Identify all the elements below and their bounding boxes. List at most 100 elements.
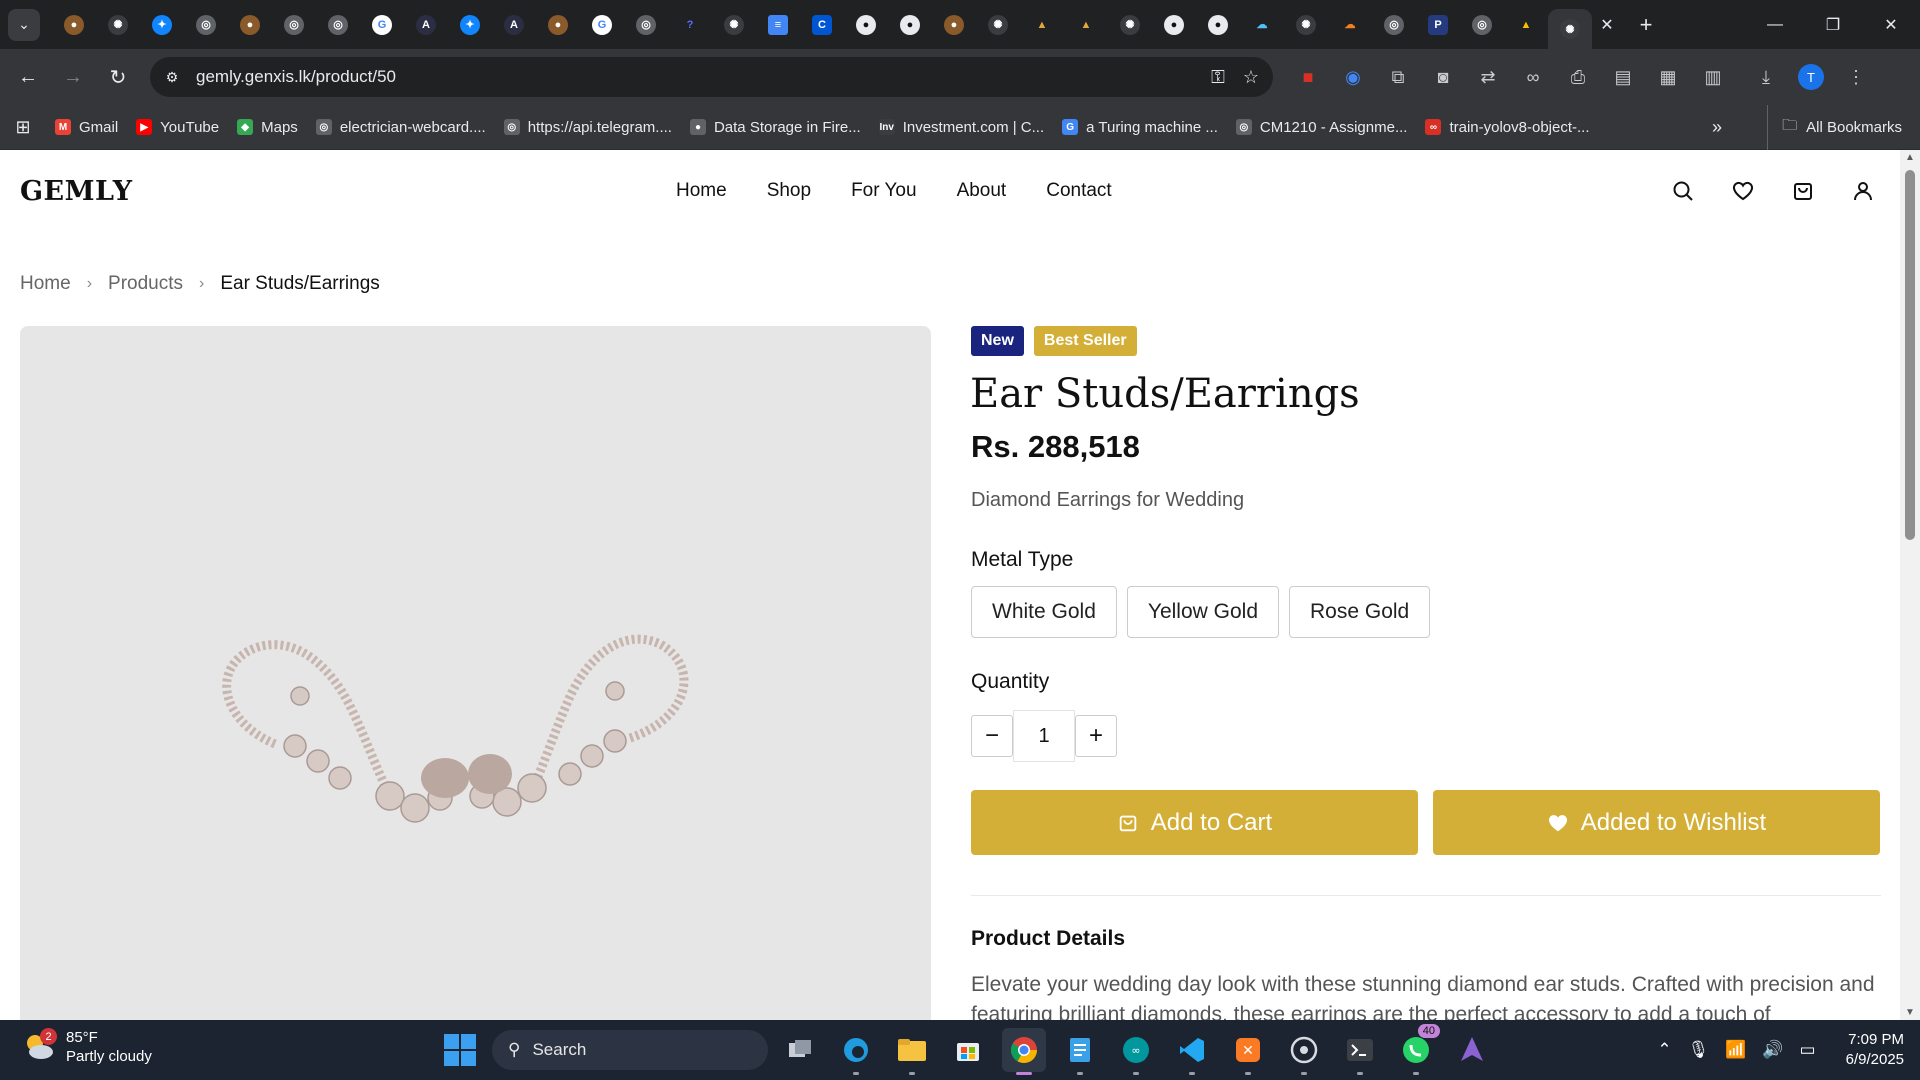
browser-tab[interactable]: ?: [668, 0, 712, 49]
apps-grid-icon[interactable]: ⊞: [0, 117, 46, 138]
reading-mode-icon[interactable]: ▤: [1605, 59, 1641, 95]
microsoft-store-icon[interactable]: [946, 1028, 990, 1072]
browser-tab[interactable]: ●: [1152, 0, 1196, 49]
chrome-icon[interactable]: [1002, 1028, 1046, 1075]
bookmark-item[interactable]: ● Data Storage in Fire...: [681, 119, 870, 136]
browser-tab[interactable]: ●: [228, 0, 272, 49]
system-clock[interactable]: 7:09 PM 6/9/2025: [1846, 1030, 1904, 1070]
bookmark-item[interactable]: ◎ https://api.telegram....: [495, 119, 681, 136]
browser-tab[interactable]: G: [580, 0, 624, 49]
heart-icon[interactable]: [1728, 176, 1758, 206]
browser-tab[interactable]: ✺: [1284, 0, 1328, 49]
browser-tab[interactable]: ◎: [184, 0, 228, 49]
browser-tab[interactable]: ●: [932, 0, 976, 49]
browser-tab[interactable]: ●: [888, 0, 932, 49]
xampp-icon[interactable]: ✕: [1226, 1028, 1270, 1075]
task-view-icon[interactable]: [778, 1028, 822, 1072]
browser-tab[interactable]: ●: [1196, 0, 1240, 49]
browser-tab[interactable]: ◎: [1460, 0, 1504, 49]
browser-tab[interactable]: ☁: [1240, 0, 1284, 49]
ai-app-icon[interactable]: [1450, 1028, 1494, 1072]
bookmark-item[interactable]: ◆ Maps: [228, 119, 307, 136]
notepad-icon[interactable]: [1058, 1028, 1102, 1075]
breadcrumb-products[interactable]: Products: [108, 273, 183, 295]
site-logo[interactable]: GEMLY: [20, 176, 133, 207]
add-to-cart-button[interactable]: Add to Cart: [971, 790, 1418, 855]
browser-tab[interactable]: ✺: [976, 0, 1020, 49]
restore-icon[interactable]: ❐: [1804, 0, 1862, 49]
metal-option-white-gold[interactable]: White Gold: [971, 586, 1117, 638]
chevron-up-icon[interactable]: ⌃: [1657, 1040, 1671, 1060]
nav-for-you[interactable]: For You: [851, 180, 917, 202]
user-icon[interactable]: [1848, 176, 1878, 206]
vscode-icon[interactable]: [1170, 1028, 1214, 1075]
close-window-icon[interactable]: ✕: [1862, 0, 1920, 49]
increase-quantity-button[interactable]: +: [1075, 715, 1117, 757]
nav-contact[interactable]: Contact: [1046, 180, 1111, 202]
bookmark-item[interactable]: ◎ electrician-webcard....: [307, 119, 495, 136]
browser-tab[interactable]: ●: [844, 0, 888, 49]
browser-tab[interactable]: ▲: [1504, 0, 1548, 49]
terminal-icon[interactable]: [1338, 1028, 1382, 1075]
edge-icon[interactable]: [834, 1028, 878, 1075]
search-icon[interactable]: [1668, 176, 1698, 206]
browser-tab[interactable]: ✦: [448, 0, 492, 49]
browser-tab[interactable]: ◎: [624, 0, 668, 49]
browser-tab[interactable]: ▲: [1020, 0, 1064, 49]
quantity-input[interactable]: 1: [1013, 710, 1075, 762]
nav-home[interactable]: Home: [676, 180, 727, 202]
browser-tab[interactable]: ◎: [1372, 0, 1416, 49]
bookmark-item[interactable]: M Gmail: [46, 119, 127, 136]
url-text[interactable]: gemly.genxis.lk/product/50: [196, 67, 396, 87]
decrease-quantity-button[interactable]: −: [971, 715, 1013, 757]
nav-about[interactable]: About: [957, 180, 1007, 202]
browser-tab[interactable]: ✺: [712, 0, 756, 49]
shopping-bag-icon[interactable]: [1788, 176, 1818, 206]
file-explorer-icon[interactable]: [890, 1028, 934, 1075]
extensions-puzzle-icon[interactable]: ⧉: [1380, 59, 1416, 95]
extension-red-icon[interactable]: ■: [1290, 59, 1326, 95]
bookmark-item[interactable]: Inv Investment.com | C...: [870, 119, 1053, 136]
taskbar-search[interactable]: ⚲ Search: [492, 1030, 768, 1070]
scroll-down-icon[interactable]: ▼: [1904, 1007, 1916, 1018]
windows-start-icon[interactable]: [444, 1034, 476, 1066]
active-tab[interactable]: ✺: [1548, 9, 1592, 49]
print-icon[interactable]: ⎙: [1560, 59, 1596, 95]
bookmark-item[interactable]: ∞ train-yolov8-object-...: [1416, 119, 1598, 136]
battery-icon[interactable]: ▭: [1800, 1040, 1816, 1060]
metal-option-yellow-gold[interactable]: Yellow Gold: [1126, 586, 1280, 638]
microphone-icon[interactable]: 🎙: [1688, 1040, 1710, 1060]
chrome-menu-icon[interactable]: ⋮: [1838, 59, 1874, 95]
qr-code-icon[interactable]: ▦: [1650, 59, 1686, 95]
bookmark-item[interactable]: Ga Turing machine ...: [1053, 119, 1227, 136]
breadcrumb-home[interactable]: Home: [20, 273, 71, 295]
reload-icon[interactable]: ↻: [98, 57, 138, 97]
arduino-icon[interactable]: ∞: [1114, 1028, 1158, 1075]
scroll-up-icon[interactable]: ▲: [1904, 152, 1916, 163]
bookmark-star-icon[interactable]: ☆: [1243, 67, 1259, 88]
browser-tab[interactable]: A: [492, 0, 536, 49]
translate-extension-icon[interactable]: ◉: [1335, 59, 1371, 95]
bookmark-item[interactable]: ▶ YouTube: [127, 119, 228, 136]
address-bar[interactable]: ⚙ gemly.genxis.lk/product/50 ⚿ ☆: [150, 57, 1273, 97]
browser-tab[interactable]: P: [1416, 0, 1460, 49]
browser-tab[interactable]: ▲: [1064, 0, 1108, 49]
translate-icon[interactable]: ⇄: [1470, 59, 1506, 95]
more-bookmarks-icon[interactable]: »: [1712, 105, 1722, 150]
site-info-icon[interactable]: ⚙: [156, 61, 188, 93]
all-bookmarks-button[interactable]: 🗀 All Bookmarks: [1767, 105, 1902, 150]
wifi-icon[interactable]: 📶: [1725, 1040, 1746, 1060]
browser-tab[interactable]: ≡: [756, 0, 800, 49]
tab-search-button[interactable]: ⌄: [8, 8, 40, 41]
browser-tab[interactable]: ✦: [140, 0, 184, 49]
bookmark-item[interactable]: ◎ CM1210 - Assignme...: [1227, 119, 1417, 136]
browser-tab[interactable]: ●: [536, 0, 580, 49]
wishlist-button[interactable]: Added to Wishlist: [1433, 790, 1880, 855]
close-tab-button[interactable]: ✕: [1592, 0, 1622, 49]
browser-tab[interactable]: ◎: [316, 0, 360, 49]
scroll-thumb[interactable]: [1905, 170, 1915, 540]
side-panel-icon[interactable]: ▥: [1695, 59, 1731, 95]
minimize-icon[interactable]: —: [1746, 0, 1804, 49]
weather-widget[interactable]: 2 85°F Partly cloudy: [22, 1028, 152, 1066]
volume-icon[interactable]: 🔊: [1762, 1040, 1783, 1060]
